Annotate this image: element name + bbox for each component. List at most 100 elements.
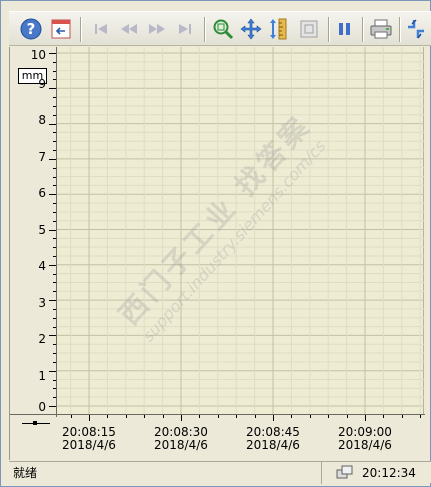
toolbar-separator (399, 17, 400, 42)
y-tick-mark (49, 88, 56, 89)
x-axis: 20:08:15 2018/4/6 20:08:30 2018/4/6 20:0… (57, 415, 424, 460)
y-tick-label: 1 (38, 369, 46, 383)
y-tick-mark (53, 115, 56, 116)
y-tick-mark (49, 265, 56, 266)
y-tick-mark (53, 141, 56, 142)
y-tick-mark (49, 230, 56, 231)
x-tick-mark (181, 415, 182, 421)
export-icon (51, 19, 71, 39)
switch-icon (408, 19, 424, 39)
y-tick-label: 5 (38, 223, 46, 237)
last-button[interactable] (171, 15, 199, 43)
move-button[interactable] (237, 15, 265, 43)
next-button[interactable] (143, 15, 171, 43)
x-tick-mark (365, 415, 366, 421)
y-tick-mark (49, 335, 56, 336)
last-icon (179, 24, 191, 34)
x-tick-date: 2018/4/6 (62, 438, 116, 452)
previous-icon (121, 24, 137, 34)
y-tick-mark (53, 106, 56, 107)
fit-icon (300, 20, 318, 38)
x-tick-mark (291, 415, 292, 418)
y-tick-mark (53, 256, 56, 257)
y-tick-mark (53, 397, 56, 398)
x-tick-mark (107, 415, 108, 418)
y-tick-label: 2 (38, 332, 46, 346)
y-tick-mark (53, 168, 56, 169)
y-tick-mark (53, 291, 56, 292)
y-tick-label: 8 (38, 113, 46, 127)
y-tick-mark (53, 309, 56, 310)
y-tick-label: 6 (38, 186, 46, 200)
status-time-panel: 20:12:34 (321, 462, 431, 484)
switch-button[interactable] (402, 15, 430, 43)
x-tick-mark (71, 415, 72, 418)
help-button[interactable]: ? (17, 15, 45, 43)
y-tick-mark (49, 300, 56, 301)
y-tick-label: 7 (38, 150, 46, 164)
y-tick-mark (53, 238, 56, 239)
y-tick-mark (53, 318, 56, 319)
y-tick-mark (53, 132, 56, 133)
y-tick-mark (53, 247, 56, 248)
help-icon: ? (20, 18, 42, 40)
y-tick-mark (53, 71, 56, 72)
x-tick-mark (199, 415, 200, 418)
plot-area[interactable] (57, 47, 424, 414)
x-tick-mark (273, 415, 274, 421)
y-tick-mark (49, 124, 56, 125)
y-tick-mark (53, 177, 56, 178)
x-tick-mark (255, 415, 256, 418)
y-tick-mark (53, 212, 56, 213)
y-tick-mark (53, 150, 56, 151)
toolbar-separator (362, 17, 363, 42)
y-tick-label: 3 (38, 296, 46, 310)
x-tick-mark (144, 415, 145, 418)
y-tick-mark (53, 380, 56, 381)
first-icon (95, 24, 107, 34)
x-tick-mark (420, 415, 421, 418)
y-tick-mark (53, 221, 56, 222)
toolbar: ? (9, 11, 431, 46)
y-tick-mark (53, 185, 56, 186)
print-button[interactable] (367, 15, 395, 43)
x-tick-mark (383, 415, 384, 418)
zoom-button[interactable] (209, 15, 237, 43)
y-tick-label: 9 (38, 77, 46, 91)
y-tick-label: 0 (38, 400, 46, 414)
y-tick-mark (53, 62, 56, 63)
plot-grid (57, 47, 424, 414)
y-tick-label: 10 (30, 48, 46, 62)
y-tick-mark (49, 194, 56, 195)
y-tick-mark (53, 362, 56, 363)
y-tick-mark (53, 344, 56, 345)
pause-button[interactable] (331, 15, 359, 43)
move-icon (240, 18, 262, 40)
y-tick-mark (53, 274, 56, 275)
x-tick-mark (89, 415, 90, 421)
fit-button[interactable] (295, 15, 323, 43)
first-button[interactable] (87, 15, 115, 43)
y-tick-mark (53, 282, 56, 283)
x-tick-date: 2018/4/6 (246, 438, 300, 452)
y-tick-mark (53, 203, 56, 204)
network-icon (336, 465, 353, 479)
y-tick-mark (53, 79, 56, 80)
ruler-button[interactable] (265, 15, 293, 43)
y-tick-mark (49, 159, 56, 160)
x-tick-mark (347, 415, 348, 418)
x-tick-mark (218, 415, 219, 418)
x-tick-mark (310, 415, 311, 418)
export-button[interactable] (47, 15, 75, 43)
y-tick-label: 4 (38, 259, 46, 273)
zoom-icon (213, 19, 234, 40)
y-tick-mark (53, 353, 56, 354)
x-tick-mark (163, 415, 164, 418)
previous-button[interactable] (115, 15, 143, 43)
trend-window: ? mm 10 9 8 7 6 5 4 3 2 1 0 20:08:15 201… (0, 0, 431, 487)
x-tick-mark (126, 415, 127, 418)
y-tick-mark (49, 371, 56, 372)
toolbar-separator (80, 17, 81, 42)
print-icon (370, 19, 392, 39)
x-tick-date: 2018/4/6 (338, 438, 392, 452)
